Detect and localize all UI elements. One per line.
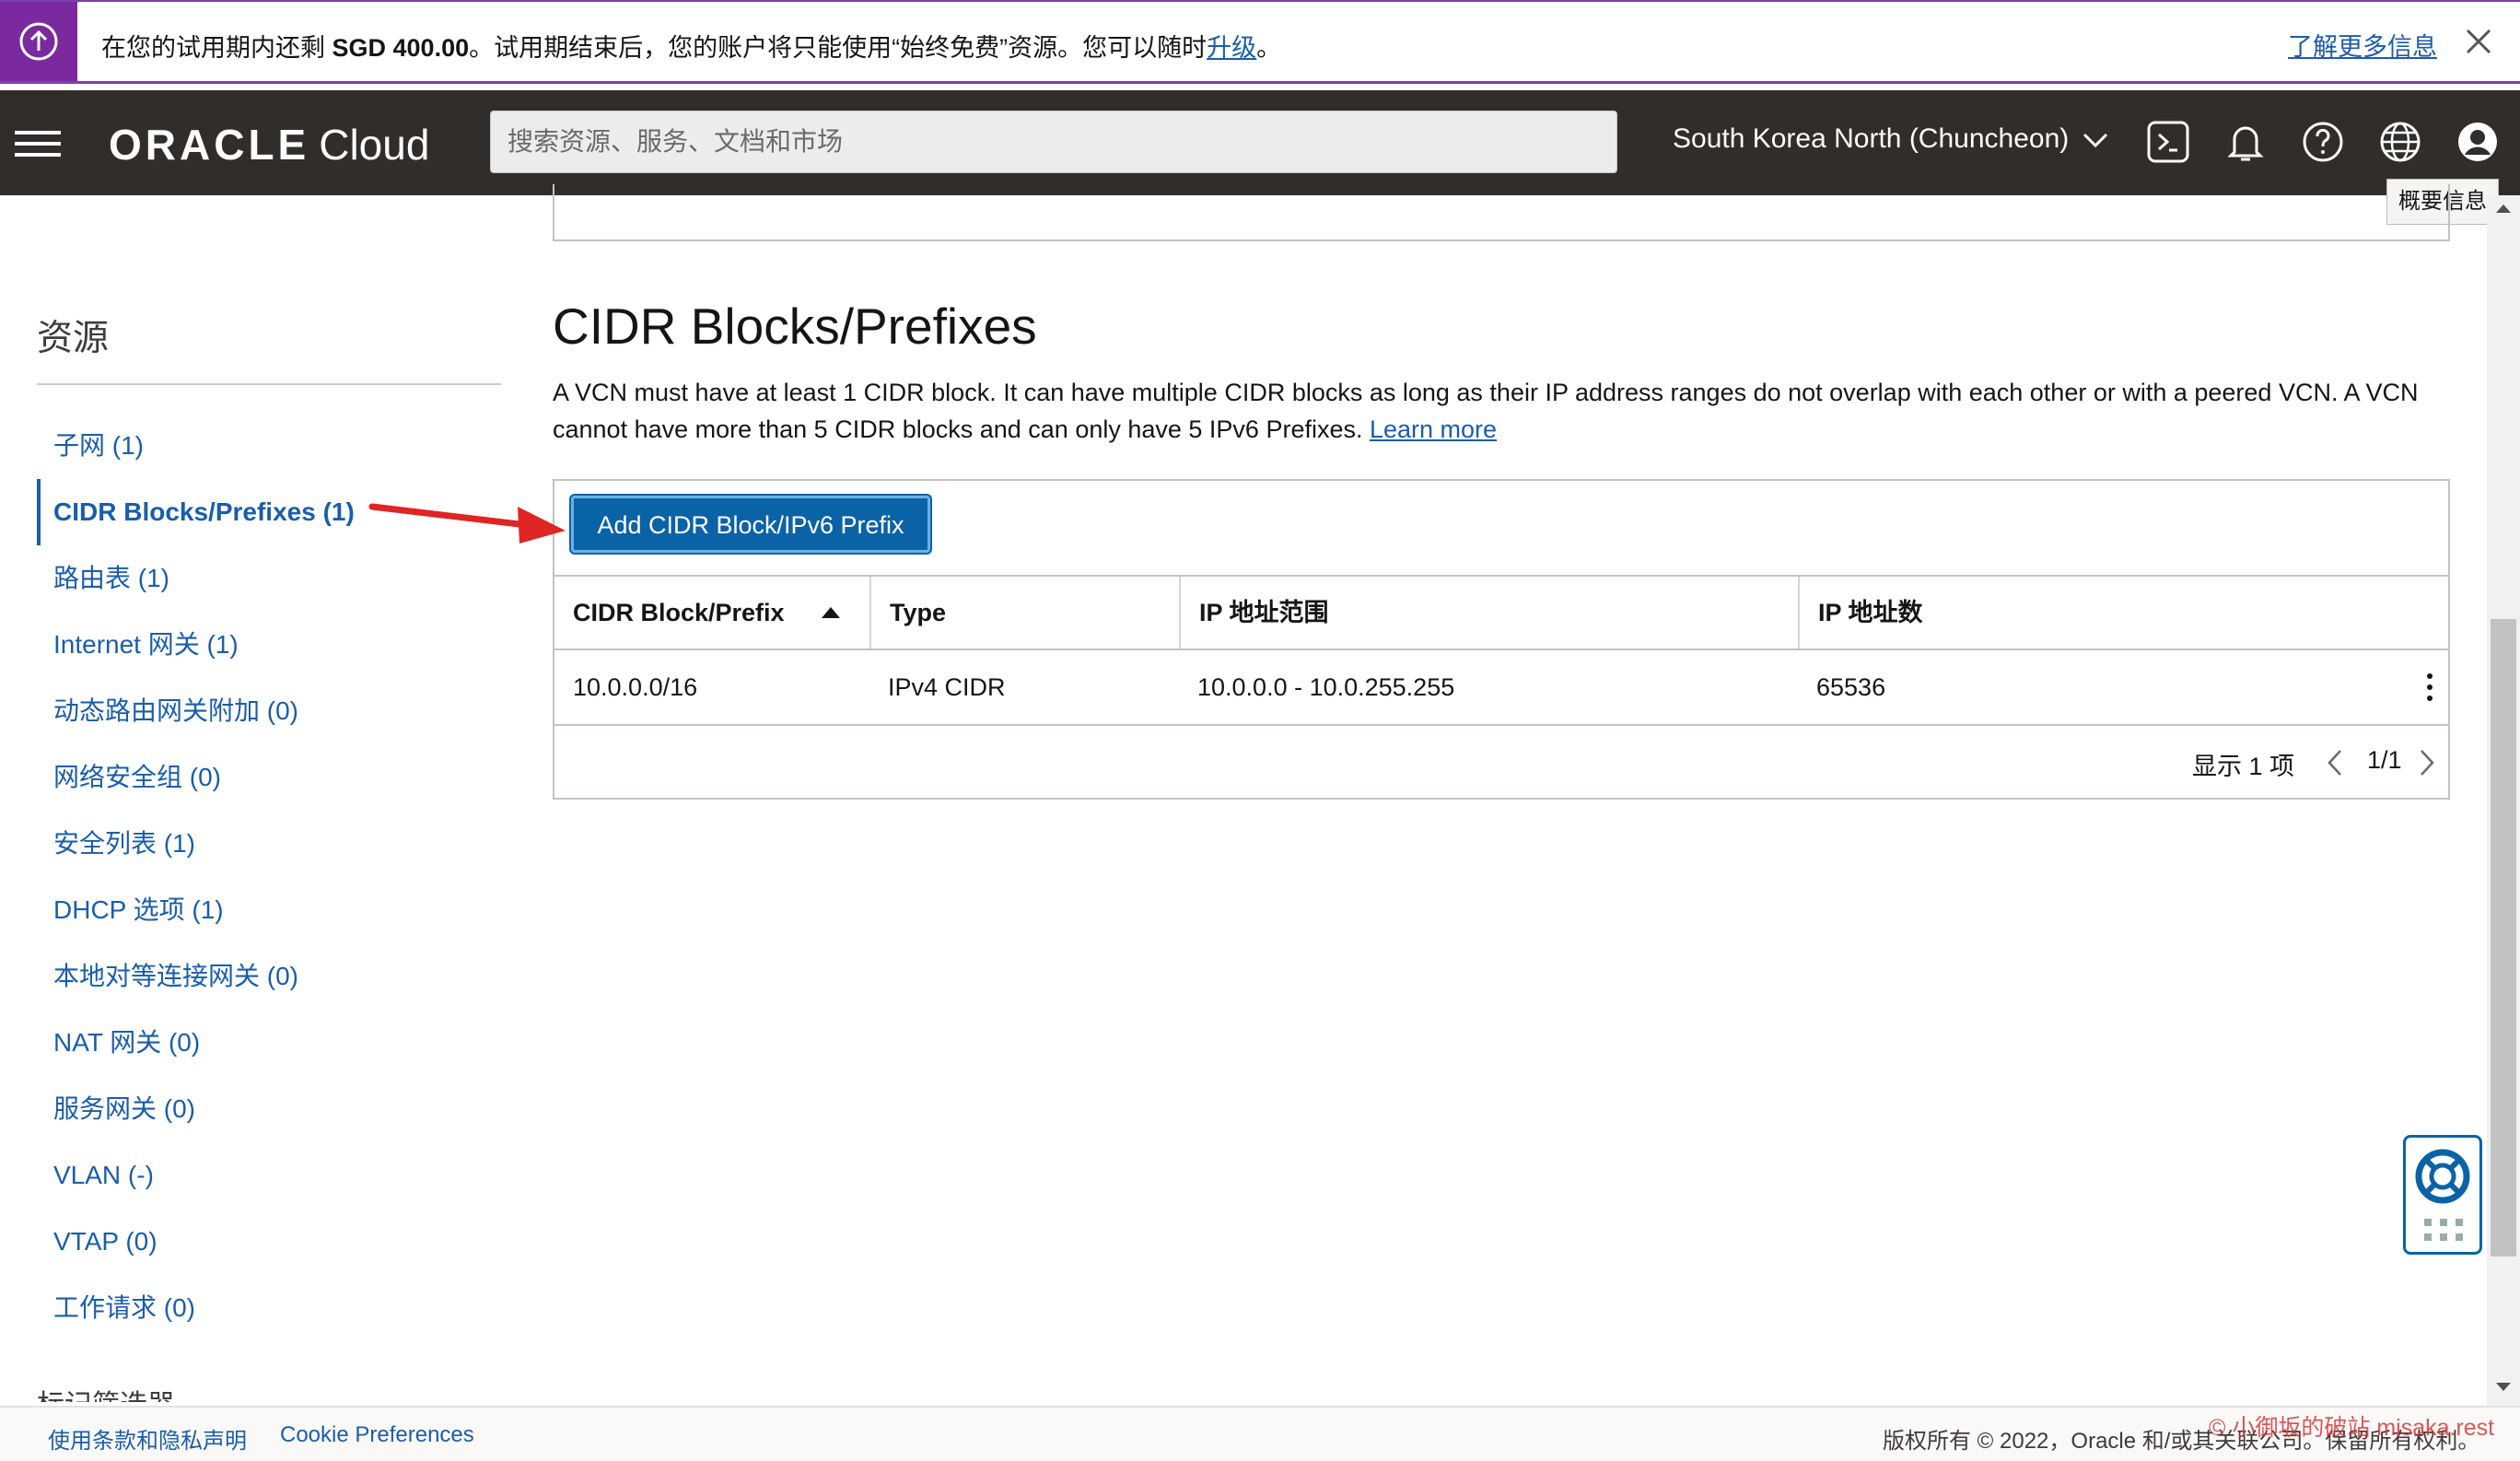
trial-text-end: 。 [1256,34,1282,62]
results-count: 显示 1 项 [2192,753,2295,780]
logo-brand: ORACLE [109,121,310,169]
trial-banner: 在您的试用期内还剩 SGD 400.00。试用期结束后，您的账户将只能使用“始终… [0,0,2520,84]
sidebar-item-network-security-groups[interactable]: 网络安全组 (0) [37,744,507,811]
sidebar-item-local-peering-gateways[interactable]: 本地对等连接网关 (0) [37,943,507,1010]
table-header: CIDR Block/Prefix Type IP 地址范围 IP 地址数 [554,575,2448,650]
region-selector[interactable]: South Korea North (Chuncheon) [1673,123,2108,155]
help-widget[interactable] [2403,1135,2482,1255]
cell-cidr: 10.0.0.0/16 [573,673,698,701]
pagination: 显示 1 项 1/1 [554,726,2448,800]
chevron-right-icon[interactable] [2419,748,2435,777]
tag-filter-heading: 标记筛选器 [37,1382,175,1402]
sidebar-item-internet-gateways[interactable]: Internet 网关 (1) [37,612,507,678]
terms-privacy-link[interactable]: 使用条款和隐私声明 [48,1422,247,1455]
profile-icon[interactable] [2454,118,2502,166]
column-header-ip-range[interactable]: IP 地址范围 [1179,577,1798,649]
hamburger-menu-icon[interactable] [15,125,61,162]
upgrade-link[interactable]: 升级 [1207,34,1256,62]
sort-ascending-icon[interactable] [822,606,840,619]
scroll-up-icon[interactable] [2496,203,2511,214]
section-description: A VCN must have at least 1 CIDR block. I… [553,374,2468,448]
watermark: © 小御坂的破站 misaka.rest [2209,1415,2495,1441]
sidebar-item-service-gateways[interactable]: 服务网关 (0) [37,1076,507,1142]
learn-more-docs-link[interactable]: Learn more [1370,415,1497,443]
kebab-menu-icon[interactable] [2422,671,2437,704]
upload-circle-icon [19,22,58,61]
resources-divider [37,383,501,385]
close-icon[interactable] [2463,26,2494,57]
lifebuoy-icon[interactable] [2413,1147,2472,1206]
table-row: 10.0.0.0/16 IPv4 CIDR 10.0.0.0 - 10.0.25… [554,650,2448,726]
cloud-shell-icon[interactable] [2144,118,2192,166]
cookie-preferences-link[interactable]: Cookie Preferences [280,1422,474,1448]
learn-more-link[interactable]: 了解更多信息 [2288,27,2437,63]
page-title: CIDR Blocks/Prefixes [553,298,1037,355]
sidebar-item-security-lists[interactable]: 安全列表 (1) [37,811,507,877]
cell-ip-count: 65536 [1816,673,1886,701]
sidebar-item-work-requests[interactable]: 工作请求 (0) [37,1275,507,1341]
sidebar-item-route-tables[interactable]: 路由表 (1) [37,545,507,612]
banner-icon-box [0,2,77,81]
help-icon[interactable] [2299,118,2347,166]
region-label: South Korea North (Chuncheon) [1673,123,2070,154]
column-header-cidr[interactable]: CIDR Block/Prefix [554,577,869,649]
sidebar-item-nat-gateways[interactable]: NAT 网关 (0) [37,1010,507,1076]
search-input[interactable]: 搜索资源、服务、文档和市场 [490,111,1617,173]
cell-type: IPv4 CIDR [888,673,1006,701]
page-indicator: 1/1 [2367,746,2402,774]
annotation-arrow [368,503,566,543]
sidebar-item-vlans[interactable]: VLAN (-) [37,1142,507,1209]
trial-message: 在您的试用期内还剩 SGD 400.00。试用期结束后，您的账户将只能使用“始终… [101,28,1281,64]
sidebar-item-vtaps[interactable]: VTAP (0) [37,1209,507,1275]
bell-icon[interactable] [2222,118,2269,166]
oracle-cloud-logo[interactable]: ORACLE Cloud [109,120,429,169]
cidr-table-panel: Add CIDR Block/IPv6 Prefix CIDR Block/Pr… [553,479,2450,800]
sidebar-item-dhcp-options[interactable]: DHCP 选项 (1) [37,877,507,943]
trial-text-before: 在您的试用期内还剩 [101,34,332,62]
resources-nav: 子网 (1) CIDR Blocks/Prefixes (1) 路由表 (1) … [37,413,507,1341]
cell-ip-range: 10.0.0.0 - 10.0.255.255 [1197,673,1455,701]
sidebar-item-subnets[interactable]: 子网 (1) [37,413,507,479]
apps-grid-icon[interactable] [2422,1217,2465,1245]
column-label-cidr: CIDR Block/Prefix [573,599,785,626]
scrollbar-thumb[interactable] [2491,619,2516,1256]
top-header: ORACLE Cloud 搜索资源、服务、文档和市场 South Korea No… [0,90,2520,195]
add-cidr-block-button[interactable]: Add CIDR Block/IPv6 Prefix [571,496,930,553]
column-header-type[interactable]: Type [869,577,1179,649]
chevron-down-icon [2082,134,2107,148]
trial-text-after: 。试用期结束后，您的账户将只能使用“始终免费”资源。您可以随时 [469,34,1208,62]
sidebar-item-drg-attachments[interactable]: 动态路由网关附加 (0) [37,678,507,744]
scroll-down-icon[interactable] [2496,1382,2511,1393]
previous-section-box [553,184,2450,241]
footer: 使用条款和隐私声明 Cookie Preferences 版权所有 © 2022… [0,1406,2520,1461]
column-header-ip-count[interactable]: IP 地址数 [1798,577,2448,649]
resources-heading: 资源 [37,319,110,358]
globe-icon[interactable] [2376,118,2424,166]
chevron-left-icon[interactable] [2327,748,2343,777]
trial-amount: SGD 400.00 [332,34,470,62]
logo-product: Cloud [319,121,430,169]
